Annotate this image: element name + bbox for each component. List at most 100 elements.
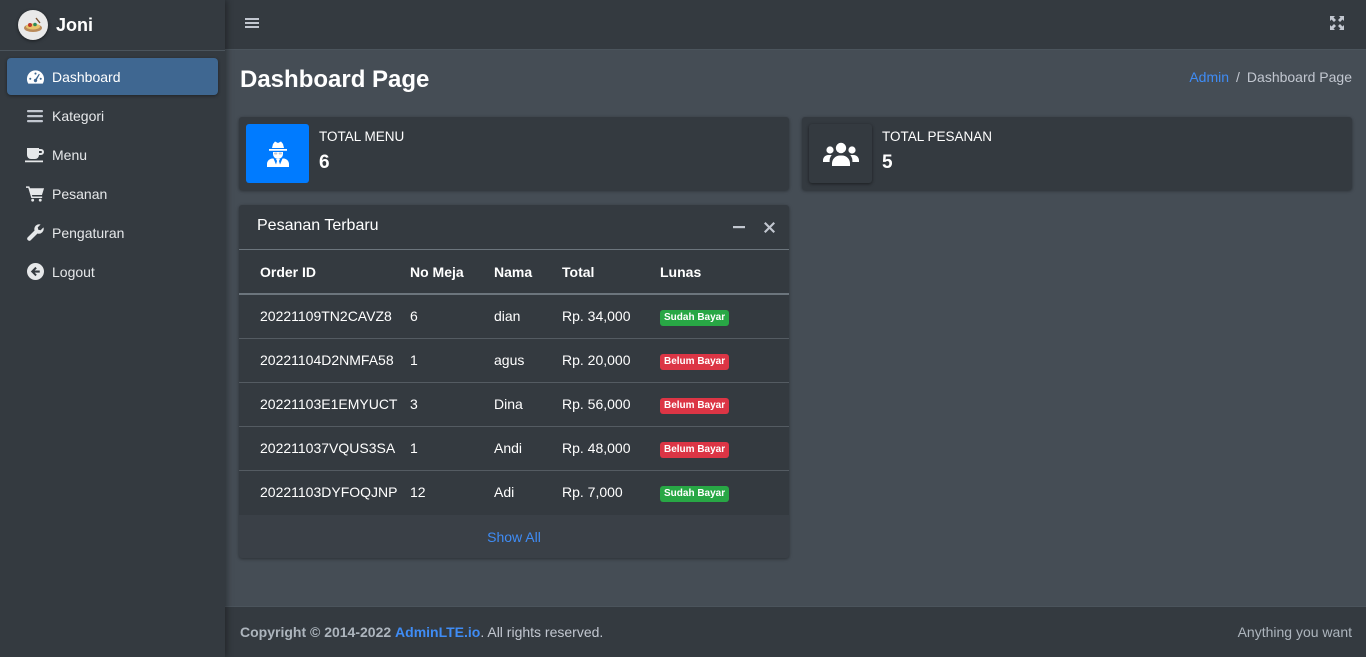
brand[interactable]: Joni	[0, 0, 225, 51]
brand-logo-icon	[18, 10, 48, 40]
arrow-circle-left-icon	[25, 263, 45, 281]
customer-name-cell: Adi	[494, 484, 515, 501]
card-footer: Show All	[239, 515, 789, 558]
wrench-icon	[25, 224, 45, 242]
remove-button[interactable]	[763, 220, 775, 234]
collapse-button[interactable]	[733, 220, 745, 234]
card-tools	[733, 220, 775, 234]
sidebar-item-menu[interactable]: Menu	[7, 136, 218, 173]
recent-orders-card: Pesanan Terbaru Order ID No Meja Nama To…	[239, 205, 789, 558]
order-id-cell: 202211037VQUS3SA	[239, 426, 410, 471]
close-icon	[763, 221, 775, 233]
page-footer: Copyright © 2014-2022 AdminLTE.io. All r…	[225, 606, 1366, 657]
users-icon	[809, 124, 872, 183]
sidebar-item-pengaturan[interactable]: Pengaturan	[7, 214, 218, 251]
order-id-cell: 20221104D2NMFA58	[239, 338, 410, 383]
info-box-total-pesanan: TOTAL PESANAN 5	[802, 117, 1352, 190]
sidebar-item-pesanan[interactable]: Pesanan	[7, 175, 218, 212]
brand-name: Joni	[56, 14, 94, 35]
info-box-total-menu: TOTAL MENU 6	[239, 117, 789, 190]
status-badge: Sudah Bayar	[660, 485, 730, 502]
minus-icon	[733, 226, 745, 229]
expand-arrows-icon	[1330, 16, 1344, 30]
table-number-cell: 1	[410, 426, 494, 471]
table-number-cell: 12	[410, 484, 426, 501]
column-header-lunas: Lunas	[660, 250, 789, 295]
table-row: 20221103E1EMYUCT 3 Dina Rp. 56,000 Belum…	[239, 382, 789, 427]
sidebar-item-label: Kategori	[52, 107, 105, 124]
sidebar-nav: Dashboard Kategori Menu Pesanan Pengatur…	[0, 51, 225, 290]
sidebar-item-logout[interactable]: Logout	[7, 253, 218, 290]
customer-name-cell: dian	[494, 294, 562, 339]
status-cell: Sudah Bayar	[660, 294, 789, 339]
table-number-cell: 3	[410, 382, 494, 427]
sidebar-item-kategori[interactable]: Kategori	[7, 97, 218, 134]
order-id-cell: 20221103E1EMYUCT	[239, 382, 410, 427]
table-row: 20221109TN2CAVZ8 6 dian Rp. 34,000 Sudah…	[239, 294, 789, 339]
column-header-nama: Nama	[494, 250, 562, 295]
info-box-value: 6	[319, 152, 330, 173]
fullscreen-button[interactable]	[1330, 16, 1346, 32]
shopping-cart-icon	[25, 185, 45, 203]
customer-name-cell: Dina	[494, 382, 562, 427]
card-header: Pesanan Terbaru	[239, 205, 789, 250]
tachometer-icon	[25, 68, 45, 86]
copyright: Copyright © 2014-2022 AdminLTE.io. All r…	[240, 624, 603, 640]
bars-icon	[25, 107, 45, 125]
status-badge: Belum Bayar	[660, 397, 730, 414]
table-row: 20221104D2NMFA58 1 agus Rp. 20,000 Belum…	[239, 338, 789, 383]
status-cell: Belum Bayar	[660, 426, 789, 471]
status-cell: Sudah Bayar	[660, 470, 789, 514]
adminlte-link[interactable]: AdminLTE.io	[395, 624, 480, 640]
column-header-order-id: Order ID	[239, 250, 410, 295]
info-box-label: TOTAL MENU	[319, 129, 405, 144]
sidebar-item-label: Menu	[52, 146, 88, 163]
order-id-cell: 20221109TN2CAVZ8	[239, 294, 410, 339]
sidebar-item-label: Logout	[52, 263, 95, 280]
sidebar-item-dashboard[interactable]: Dashboard	[7, 58, 218, 95]
status-cell: Belum Bayar	[660, 382, 789, 427]
sidebar-item-label: Dashboard	[52, 68, 121, 85]
sidebar-item-label: Pengaturan	[52, 224, 125, 241]
breadcrumb: Admin / Dashboard Page	[1189, 69, 1352, 85]
total-cell: Rp. 20,000	[562, 338, 660, 383]
info-box-value: 5	[882, 152, 893, 173]
sidebar-item-label: Pesanan	[52, 185, 108, 202]
sidebar-toggle-button[interactable]: svg rect{fill:#c2c7d0}	[245, 16, 261, 32]
main-content: Dashboard Page Admin / Dashboard Page TO…	[225, 50, 1366, 606]
bars-icon: svg rect{fill:#c2c7d0}	[245, 18, 259, 28]
copyright-suffix: . All rights reserved.	[480, 624, 604, 640]
user-secret-icon	[246, 124, 309, 183]
total-cell: Rp. 56,000	[562, 382, 660, 427]
page-title: Dashboard Page	[240, 66, 430, 93]
status-badge: Sudah Bayar	[660, 309, 730, 326]
show-all-link[interactable]: Show All	[487, 529, 541, 545]
column-header-total: Total	[562, 250, 660, 295]
table-row: 20221103DYFOQJNP 12 Adi Rp. 7,000 Sudah …	[239, 470, 789, 514]
total-cell: Rp. 34,000	[562, 294, 660, 339]
table-number-cell: 1	[410, 338, 494, 383]
card-title: Pesanan Terbaru	[257, 217, 379, 234]
customer-name-cell: agus	[494, 338, 562, 383]
table-header-row: Order ID No Meja Nama Total Lunas	[239, 250, 789, 295]
status-badge: Belum Bayar	[660, 441, 730, 458]
table-number-cell: 6	[410, 294, 494, 339]
total-cell: Rp. 7,000	[562, 484, 623, 501]
top-navbar: svg rect{fill:#c2c7d0}	[225, 0, 1366, 50]
status-cell: Belum Bayar	[660, 338, 789, 383]
sidebar: Joni Dashboard Kategori Menu Pesanan Pen…	[0, 0, 225, 657]
column-header-no-meja: No Meja	[410, 250, 494, 295]
order-id-cell: 20221103DYFOQJNP	[260, 484, 398, 501]
breadcrumb-admin-link[interactable]: Admin	[1189, 69, 1229, 85]
copyright-prefix: Copyright © 2014-2022	[240, 624, 392, 640]
breadcrumb-current: Dashboard Page	[1246, 69, 1352, 85]
customer-name-cell: Andi	[494, 426, 562, 471]
breadcrumb-separator: /	[1236, 69, 1240, 85]
status-badge: Belum Bayar	[660, 353, 730, 370]
info-box-label: TOTAL PESANAN	[882, 129, 993, 144]
orders-table: Order ID No Meja Nama Total Lunas 202211…	[239, 250, 789, 514]
coffee-icon	[25, 146, 45, 164]
table-row: 202211037VQUS3SA 1 Andi Rp. 48,000 Belum…	[239, 426, 789, 471]
total-cell: Rp. 48,000	[562, 426, 660, 471]
footer-right-text: Anything you want	[1237, 624, 1352, 640]
